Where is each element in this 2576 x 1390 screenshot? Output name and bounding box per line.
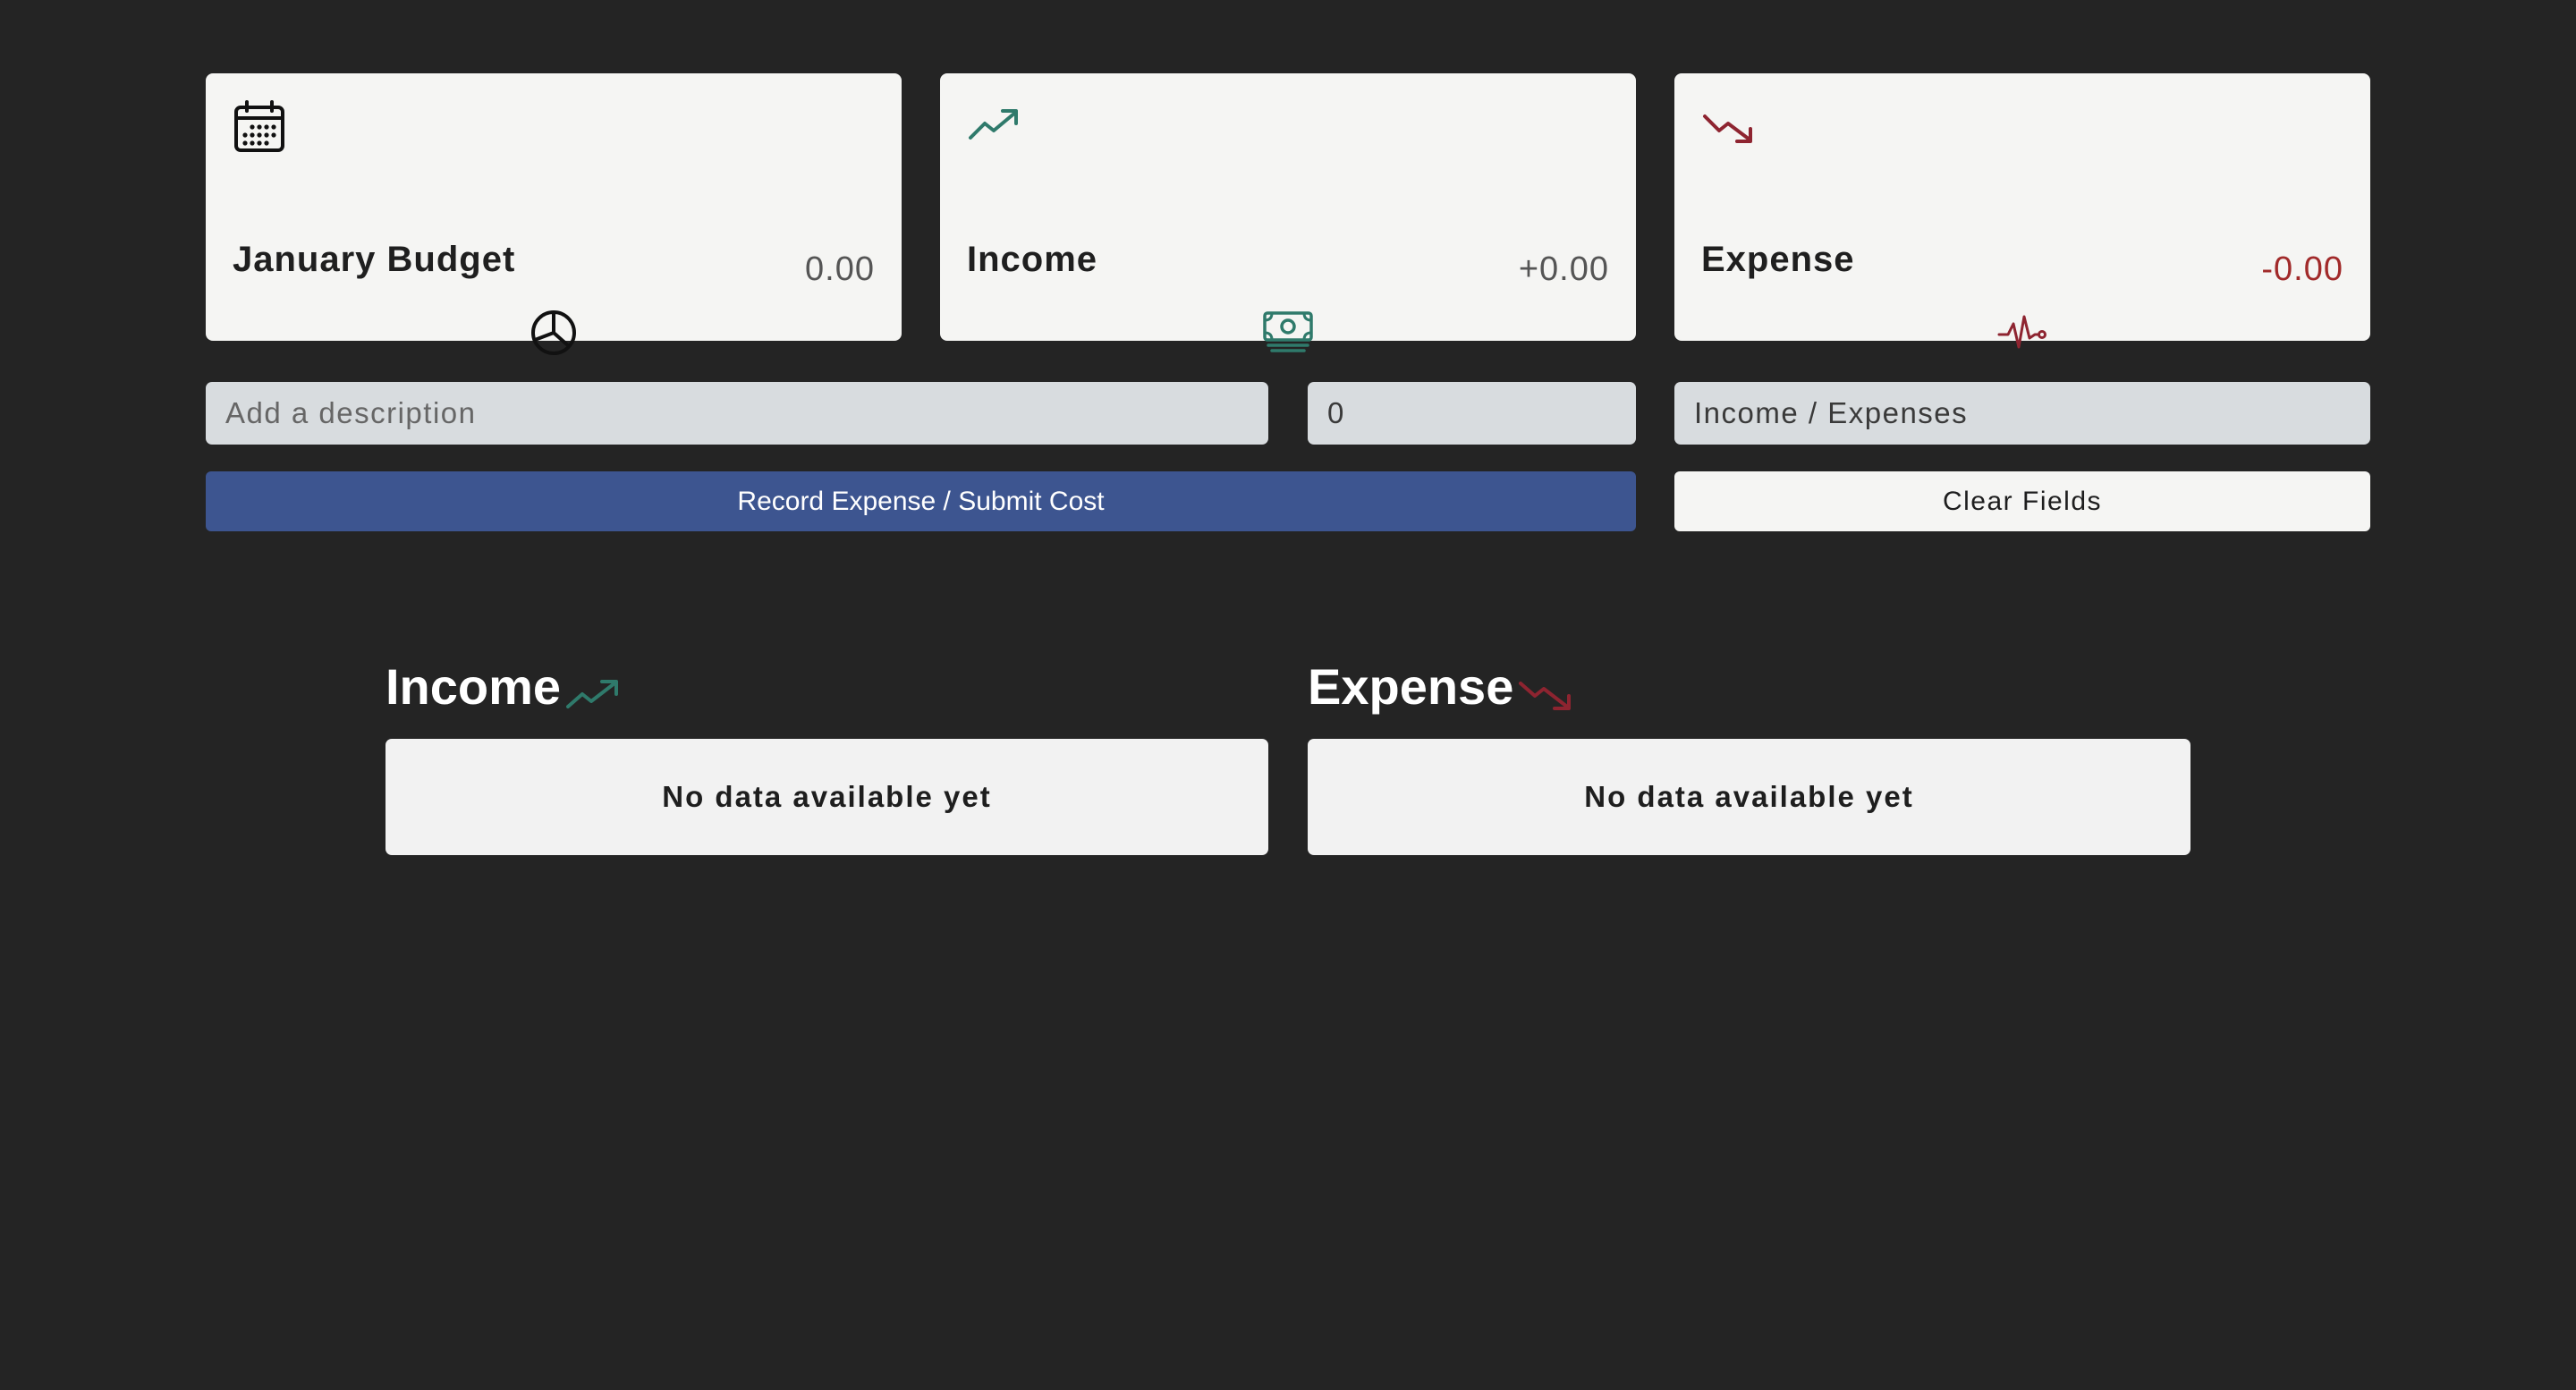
trending-down-icon (1519, 682, 1572, 710)
trending-up-icon (969, 109, 1018, 140)
budget-title: January Budget (233, 240, 516, 279)
calendar-icon (234, 100, 284, 152)
expense-empty-state: No data available yet (1308, 739, 2190, 855)
expense-section-title: Expense (1308, 658, 1514, 715)
pulse-icon (1997, 315, 2046, 349)
expense-title: Expense (1701, 240, 1855, 279)
record-expense-button[interactable]: Record Expense / Submit Cost (206, 471, 1636, 531)
type-select[interactable]: Income / Expenses (1674, 382, 2370, 445)
clear-fields-button[interactable]: Clear Fields (1674, 471, 2370, 531)
expense-section-heading: Expense (1308, 662, 1574, 712)
income-card: Income +0.00 (940, 73, 1636, 352)
trending-down-icon (1703, 114, 1752, 143)
budget-value: 0.00 (805, 250, 875, 288)
income-section-title: Income (386, 658, 562, 715)
budget-card: January Budget 0.00 (206, 73, 902, 355)
expense-card: Expense -0.00 (1674, 73, 2370, 349)
type-select-value: Income / Expenses (1694, 396, 1969, 429)
income-title: Income (967, 240, 1098, 279)
description-input[interactable] (206, 382, 1268, 445)
income-empty-state: No data available yet (386, 739, 1268, 855)
pie-chart-icon (531, 310, 576, 355)
income-section-heading: Income (386, 662, 622, 712)
income-value: +0.00 (1518, 250, 1609, 288)
expense-value: -0.00 (2261, 250, 2343, 288)
amount-input[interactable] (1308, 382, 1636, 445)
trending-up-icon (566, 680, 619, 708)
cash-icon (1263, 311, 1313, 352)
